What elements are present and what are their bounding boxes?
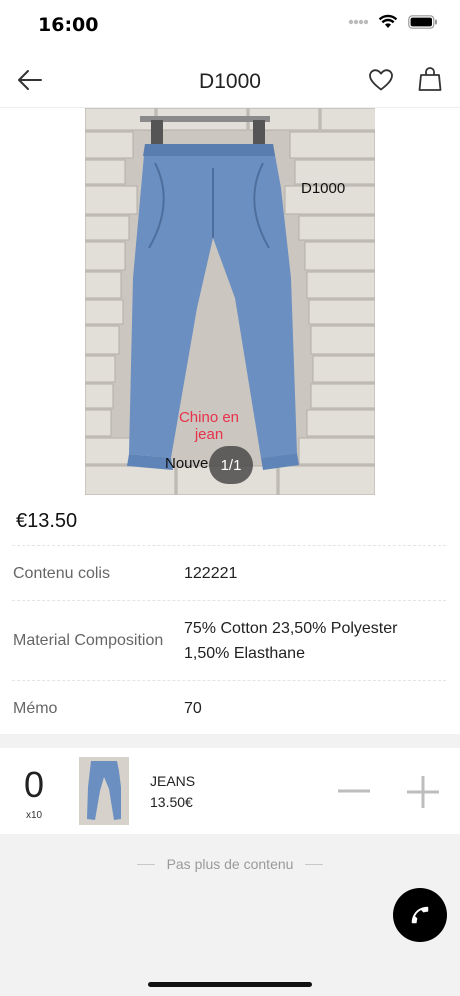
detail-value-memo: 70 [184, 700, 202, 717]
image-pager: 1/1 [209, 446, 253, 484]
call-button[interactable] [393, 888, 447, 942]
end-of-content-text: Pas plus de contenu [166, 856, 294, 872]
section-separator [0, 734, 460, 748]
status-time: 16:00 [38, 14, 99, 36]
detail-label-contenu: Contenu colis [13, 565, 110, 582]
detail-label-material: Material Composition [13, 632, 164, 649]
home-indicator[interactable] [148, 982, 312, 987]
detail-value-material: 75% Cotton 23,50% Polyester 1,50% Elasth… [184, 620, 398, 662]
battery-icon [408, 15, 437, 29]
wifi-icon [378, 14, 398, 28]
shopping-bag-icon[interactable] [418, 66, 442, 92]
signal-dots-icon [348, 19, 368, 25]
detail-label-memo: Mémo [13, 700, 58, 717]
product-image[interactable]: D1000 Chino en jean Nouve 1/1 [85, 108, 375, 495]
cart-product-name: JEANS [150, 773, 196, 789]
image-code-label: D1000 [301, 180, 346, 197]
nav-bar: D1000 [0, 50, 460, 108]
divider [305, 863, 324, 865]
divider [136, 863, 155, 865]
status-bar: 16:00 [0, 0, 460, 50]
product-detail: D1000 Chino en jean Nouve 1/1 €13.50 Con… [0, 108, 460, 734]
phone-icon [411, 906, 429, 924]
cart-row: 0 x10 JEANS 13.50€ [0, 748, 460, 834]
heart-icon[interactable] [368, 68, 394, 92]
image-pink-label: Chino en jean [178, 409, 240, 443]
image-partial-label: Nouve [165, 455, 209, 472]
product-thumbnail [79, 757, 129, 825]
minus-icon[interactable] [336, 776, 372, 806]
status-icons [348, 14, 438, 30]
detail-value-contenu: 122221 [184, 565, 238, 582]
cart-product-price: 13.50€ [150, 794, 193, 810]
divider [12, 545, 446, 546]
end-of-content: Pas plus de contenu [0, 856, 460, 872]
product-price: €13.50 [16, 510, 78, 532]
divider [12, 600, 446, 601]
divider [12, 680, 446, 681]
quantity-value: 0 [23, 764, 45, 805]
plus-icon[interactable] [405, 774, 441, 810]
quantity-multiplier: x10 [25, 810, 43, 821]
